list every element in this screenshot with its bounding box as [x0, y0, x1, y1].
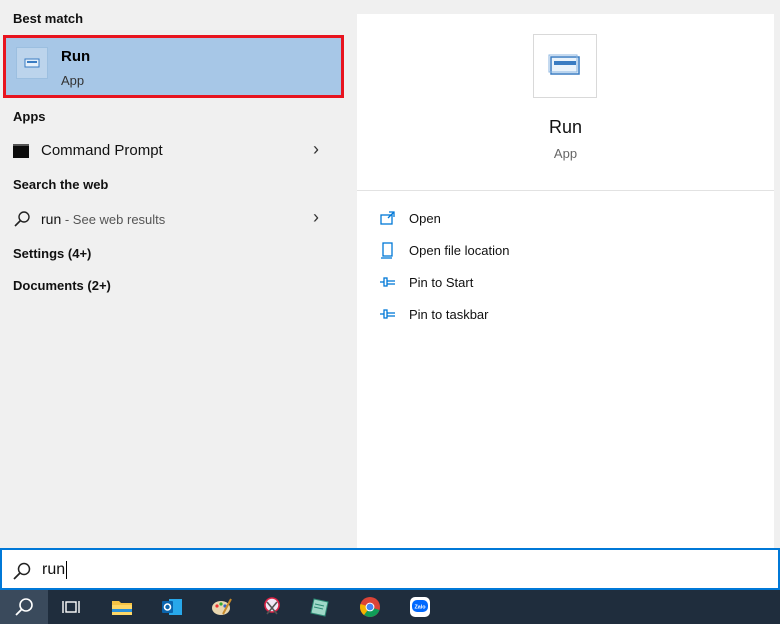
paint-icon: [212, 598, 232, 615]
outlook-icon: [162, 599, 182, 615]
action-label: Pin to Start: [409, 275, 474, 290]
chevron-right-icon[interactable]: ›: [313, 139, 319, 160]
web-query: run: [41, 211, 62, 227]
web-result-item[interactable]: run - See web results ›: [0, 203, 347, 235]
taskbar-paint[interactable]: [198, 590, 246, 624]
taskbar-snipping-tool[interactable]: [248, 590, 296, 624]
app-item-command-prompt[interactable]: Command Prompt ›: [0, 135, 347, 167]
documents-heading[interactable]: Documents (2+): [13, 278, 111, 293]
best-match-heading: Best match: [13, 11, 84, 26]
taskbar-search-button[interactable]: [0, 590, 48, 624]
file-location-icon: [381, 242, 393, 259]
preview-pane: Run App Open Open file location Pin to S…: [357, 14, 774, 548]
zalo-logo-text: Zalo: [414, 605, 426, 611]
run-icon: [16, 47, 48, 79]
text-caret: [66, 561, 68, 579]
apps-heading: Apps: [13, 109, 46, 124]
app-item-label: Command Prompt: [41, 142, 163, 159]
action-label: Pin to taskbar: [409, 307, 489, 322]
divider: [357, 190, 774, 191]
taskbar-file-explorer[interactable]: [98, 590, 146, 624]
run-large-icon: [533, 34, 597, 98]
taskbar-chrome[interactable]: [346, 590, 394, 624]
command-prompt-icon: [13, 144, 29, 158]
search-value: run: [42, 561, 66, 579]
task-view-icon: [62, 601, 80, 613]
preview-app-type: App: [553, 146, 578, 161]
taskbar-notes[interactable]: [296, 590, 344, 624]
action-label: Open file location: [409, 243, 510, 258]
best-match-run[interactable]: Run App: [3, 35, 344, 98]
web-hint: - See web results: [61, 212, 166, 227]
notes-icon: [310, 598, 329, 617]
search-web-heading: Search the web: [13, 177, 109, 192]
pane-gap: [347, 0, 357, 548]
chevron-right-icon[interactable]: ›: [313, 207, 319, 228]
open-icon: [380, 211, 395, 225]
web-result-label: run - See web results: [41, 211, 165, 227]
file-explorer-icon: [112, 601, 132, 615]
action-pin-to-start[interactable]: Pin to Start: [379, 272, 759, 296]
action-label: Open: [409, 211, 441, 226]
search-icon: [15, 598, 33, 616]
preview-app-name: Run: [548, 117, 583, 137]
zalo-icon: Zalo: [410, 597, 430, 617]
best-match-subtitle: App: [61, 73, 85, 88]
settings-heading[interactable]: Settings (4+): [13, 246, 91, 261]
taskbar-outlook[interactable]: [148, 590, 196, 624]
pin-icon: [380, 277, 395, 287]
pin-icon: [380, 309, 395, 319]
chrome-icon: [360, 597, 380, 617]
best-match-title: Run: [61, 48, 91, 65]
results-pane: Best match Run App Apps Command Prompt ›…: [0, 0, 347, 548]
action-open[interactable]: Open: [379, 208, 759, 232]
search-input[interactable]: run: [42, 561, 68, 579]
taskbar-zalo[interactable]: Zalo: [396, 590, 444, 624]
search-icon: [14, 211, 30, 227]
taskbar: Zalo: [0, 590, 780, 624]
search-box[interactable]: run: [0, 548, 780, 590]
search-icon: [13, 562, 31, 580]
taskbar-task-view-button[interactable]: [48, 590, 96, 624]
action-open-file-location[interactable]: Open file location: [379, 240, 759, 264]
action-pin-to-taskbar[interactable]: Pin to taskbar: [379, 304, 759, 328]
snipping-tool-icon: [264, 597, 280, 615]
